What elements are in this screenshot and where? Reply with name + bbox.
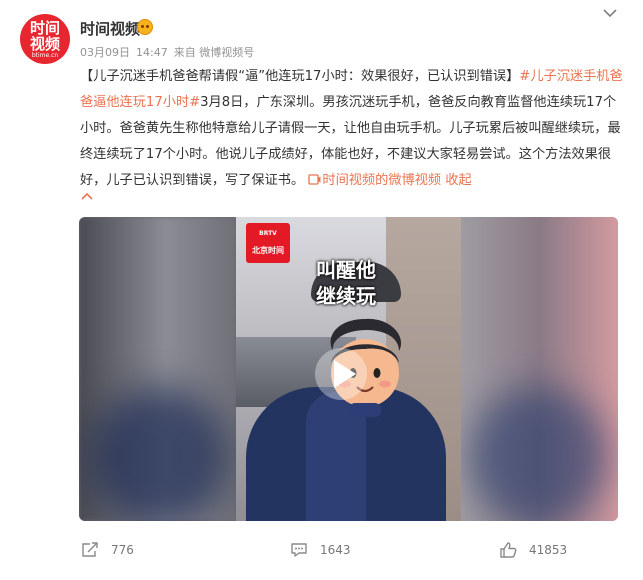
video-caption-line2: 继续玩 [316,284,376,308]
avatar-logo-text-top: 时间 [29,19,60,37]
like-count: 41853 [529,543,568,557]
comment-button[interactable]: 1643 [290,540,351,560]
collapse-link[interactable]: 收起 [445,173,471,188]
avatar-logo-text-bottom: btime.cn [31,52,59,59]
avatar[interactable]: 时间 视频 btime.cn [20,14,70,64]
repost-button[interactable]: 776 [81,540,134,560]
post-meta: 03月09日 14:47 来自 微博视频号 [80,44,260,60]
video-player[interactable]: BRTV 北京时间 叫醒他 继续玩 [79,217,618,521]
play-icon [334,360,356,388]
video-link-icon [308,174,321,185]
repost-icon [82,542,98,557]
avatar-logo-text-mid: 视频 [29,35,60,53]
post-source: 来自 微博视频号 [173,46,255,59]
brtv-logo-top: BRTV [259,230,277,237]
brtv-logo: BRTV 北京时间 [246,223,290,263]
post-content: 【儿子沉迷手机爸爸帮请假“逼”他连玩17小时：效果很好，已认识到错误】#儿子沉迷… [80,64,623,194]
post-title: 【儿子沉迷手机爸爸帮请假“逼”他连玩17小时：效果很好，已认识到错误】 [80,69,520,84]
chevron-up-icon[interactable] [81,191,93,201]
video-source-link[interactable]: 时间视频的微博视频 [308,173,441,188]
post-time[interactable]: 14:47 [136,46,168,59]
repost-count: 776 [111,543,134,557]
video-caption: 叫醒他 继续玩 [316,257,396,309]
video-link-text: 时间视频的微博视频 [322,173,442,188]
comment-icon [291,543,307,557]
vip-emoji-icon [137,19,153,35]
chevron-down-icon[interactable] [603,8,617,18]
weibo-post-card: 时间 视频 btime.cn 时间视频 03月09日 14:47 来自 微博视频号 … [0,0,643,580]
post-date[interactable]: 03月09日 [80,46,130,59]
like-button[interactable]: 41853 [499,540,567,560]
video-caption-line1: 叫醒他 [316,258,376,282]
brtv-logo-bottom: 北京时间 [252,246,284,255]
thumbs-up-icon [500,542,517,558]
comment-count: 1643 [320,543,351,557]
account-name[interactable]: 时间视频 [80,18,140,39]
